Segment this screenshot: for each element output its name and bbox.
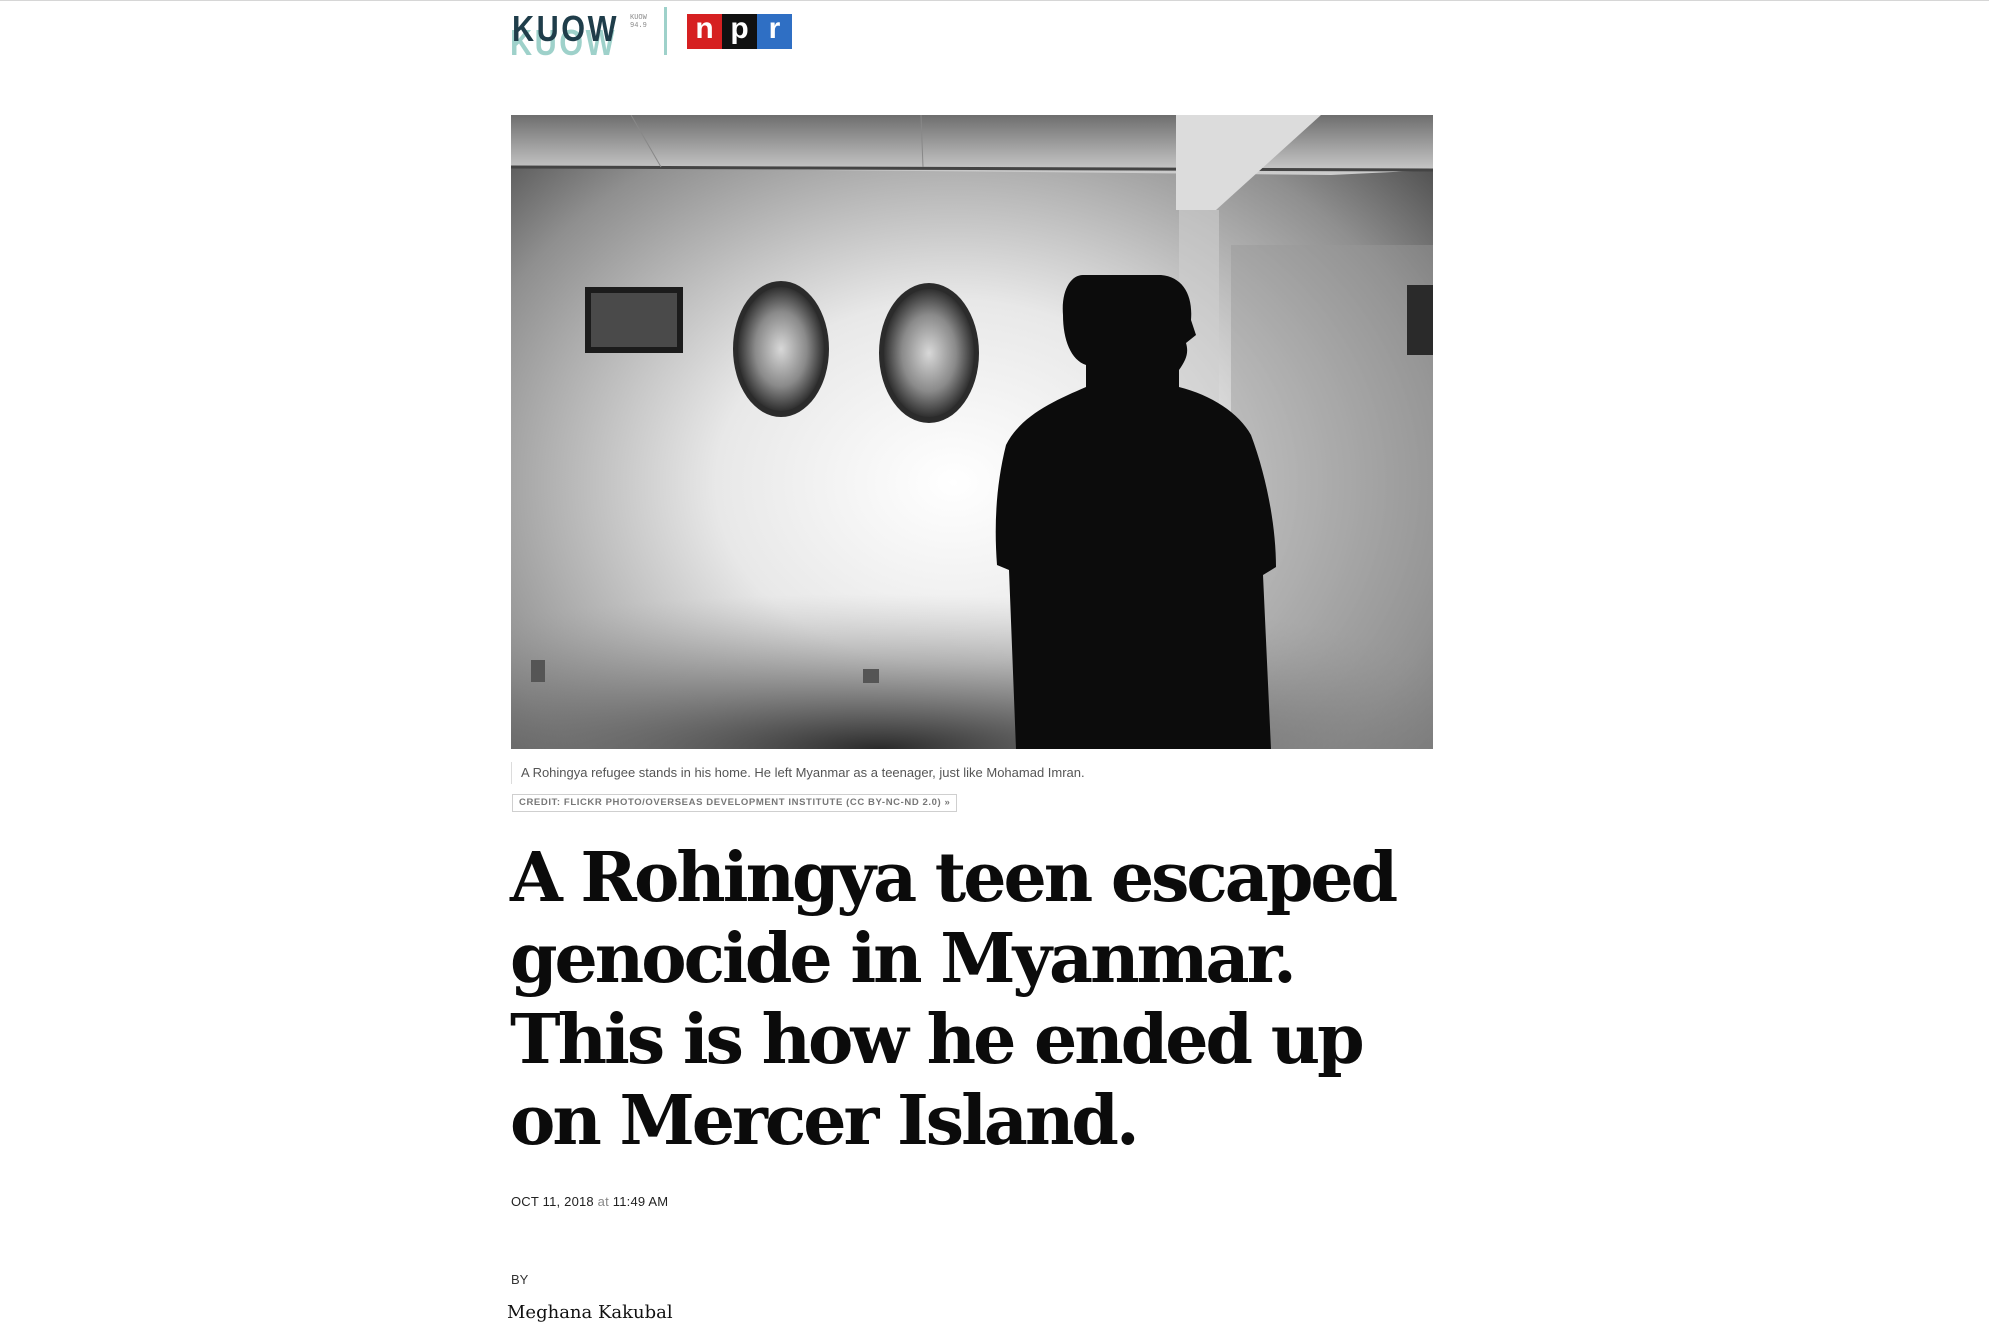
photo-credit-link[interactable]: CREDIT: FLICKR PHOTO/OVERSEAS DEVELOPMEN… [512, 794, 958, 812]
dateline-at: at [597, 1194, 609, 1209]
kuow-freq-mark: KUOW 94.9 [630, 14, 647, 30]
npr-logo-p: p [722, 14, 757, 49]
npr-logo-n: n [687, 14, 722, 49]
byline-label: BY [511, 1272, 529, 1287]
kuow-logo[interactable]: KUOW KUOW KUOW 94.9 [510, 8, 647, 63]
lead-photo-illustration [511, 115, 1433, 749]
kuow-logo-text: KUOW [512, 8, 620, 49]
photo-caption: A Rohingya refugee stands in his home. H… [511, 762, 1433, 784]
npr-logo-r: r [757, 14, 792, 49]
publish-time: 11:49 AM [612, 1194, 669, 1209]
author-link[interactable]: Meghana Kakubal [507, 1302, 673, 1323]
site-header: KUOW KUOW KUOW 94.9 [510, 8, 647, 63]
publish-date: OCT 11, 2018 [511, 1194, 594, 1209]
lead-photo [511, 115, 1433, 749]
top-border [0, 0, 1989, 1]
article-dateline: OCT 11, 2018 at 11:49 AM [511, 1194, 668, 1209]
logo-divider [664, 7, 667, 55]
npr-logo[interactable]: n p r [687, 14, 792, 49]
article-headline: A Rohingya teen escaped genocide in Myan… [510, 838, 1398, 1161]
